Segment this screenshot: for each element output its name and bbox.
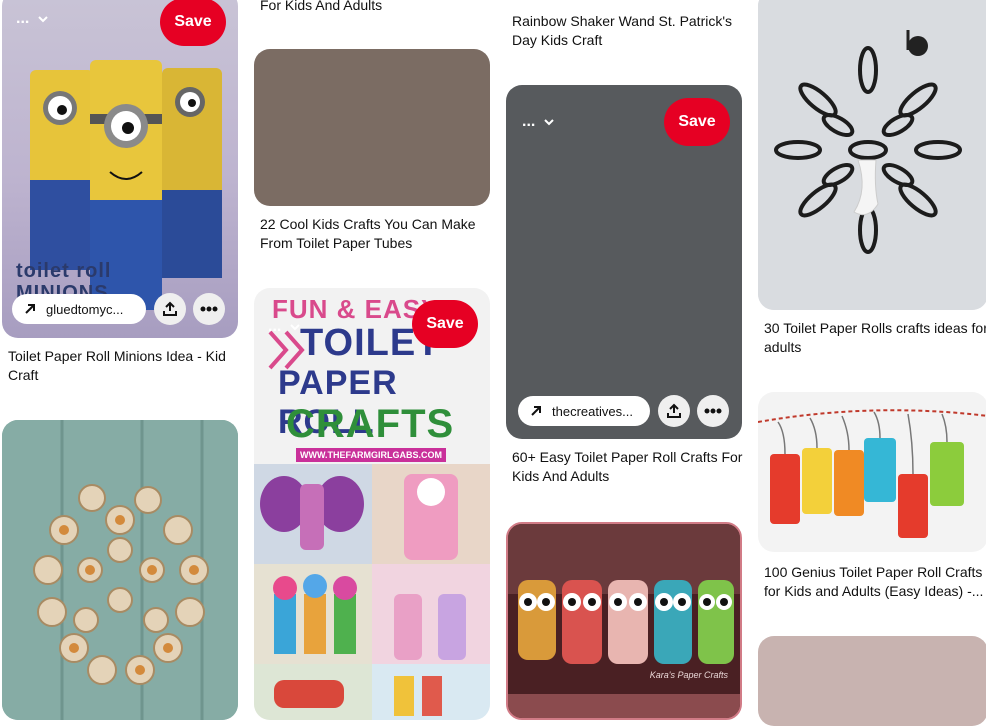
more-label: ... bbox=[268, 318, 282, 335]
pin-fun-easy[interactable]: FUN & EASY TOILET PAPER ROLL CRAFTS WWW.… bbox=[254, 288, 490, 720]
lamp-image bbox=[758, 0, 986, 310]
pin-more-menu[interactable]: ... bbox=[522, 113, 555, 131]
pin-title-cool-kids[interactable]: 22 Cool Kids Crafts You Can Make From To… bbox=[260, 215, 492, 253]
pin-cool-kids[interactable] bbox=[254, 49, 490, 206]
pin-title-top-mid[interactable]: For Kids And Adults bbox=[260, 0, 492, 15]
more-label: ... bbox=[16, 10, 30, 27]
pin-wreath[interactable] bbox=[2, 420, 238, 720]
pin-title-creatives[interactable]: 60+ Easy Toilet Paper Roll Crafts For Ki… bbox=[512, 448, 744, 486]
source-link[interactable]: thecreatives... bbox=[518, 396, 650, 426]
arrow-up-right-icon bbox=[531, 406, 541, 416]
more-options-button[interactable] bbox=[697, 395, 729, 427]
lanterns-image bbox=[758, 409, 986, 538]
pin-owls[interactable]: Kara's Paper Crafts bbox=[506, 522, 742, 720]
pin-bottom-right[interactable] bbox=[758, 636, 986, 726]
chevron-down-icon bbox=[544, 119, 555, 126]
pin-creatives[interactable]: ... Save thecreatives... bbox=[506, 85, 742, 439]
save-button[interactable]: Save bbox=[160, 0, 226, 46]
owls-image bbox=[508, 524, 740, 718]
fun-easy-collage bbox=[254, 464, 490, 720]
share-icon bbox=[667, 403, 681, 418]
pin-title-rainbow[interactable]: Rainbow Shaker Wand St. Patrick's Day Ki… bbox=[512, 12, 744, 50]
share-button[interactable] bbox=[154, 293, 186, 325]
pin-minions[interactable]: toilet roll MINIONS ... Save gluedtomyc.… bbox=[2, 0, 238, 338]
share-button[interactable] bbox=[658, 395, 690, 427]
more-dots-icon bbox=[704, 408, 722, 414]
fun-easy-heading-4: CRAFTS bbox=[286, 402, 455, 446]
more-options-button[interactable] bbox=[193, 293, 225, 325]
pin-title-lanterns[interactable]: 100 Genius Toilet Paper Roll Crafts for … bbox=[764, 563, 986, 601]
source-link[interactable]: gluedtomyc... bbox=[12, 294, 146, 324]
pin-more-menu[interactable]: ... bbox=[268, 318, 301, 336]
source-label: gluedtomyc... bbox=[46, 301, 124, 317]
source-label: thecreatives... bbox=[552, 403, 633, 419]
wreath-image bbox=[2, 420, 238, 720]
pin-title-lamp[interactable]: 30 Toilet Paper Rolls crafts ideas for a… bbox=[764, 319, 986, 357]
owls-watermark: Kara's Paper Crafts bbox=[649, 670, 728, 680]
pin-more-menu[interactable]: ... bbox=[16, 10, 49, 28]
arrow-up-right-icon bbox=[25, 304, 35, 314]
pin-title-minions[interactable]: Toilet Paper Roll Minions Idea - Kid Cra… bbox=[8, 347, 240, 385]
more-dots-icon bbox=[200, 306, 218, 312]
bottom-right-image bbox=[758, 636, 986, 726]
save-button[interactable]: Save bbox=[412, 300, 478, 348]
chevron-down-icon bbox=[38, 16, 49, 23]
site-label: WWW.THEFARMGIRLGABS.COM bbox=[296, 448, 446, 462]
save-button[interactable]: Save bbox=[664, 98, 730, 146]
more-label: ... bbox=[522, 113, 536, 130]
pin-lamp[interactable] bbox=[758, 0, 986, 310]
share-icon bbox=[163, 301, 177, 316]
cool-kids-image bbox=[254, 49, 490, 206]
chevron-down-icon bbox=[290, 324, 301, 331]
pin-lanterns[interactable] bbox=[758, 392, 986, 552]
